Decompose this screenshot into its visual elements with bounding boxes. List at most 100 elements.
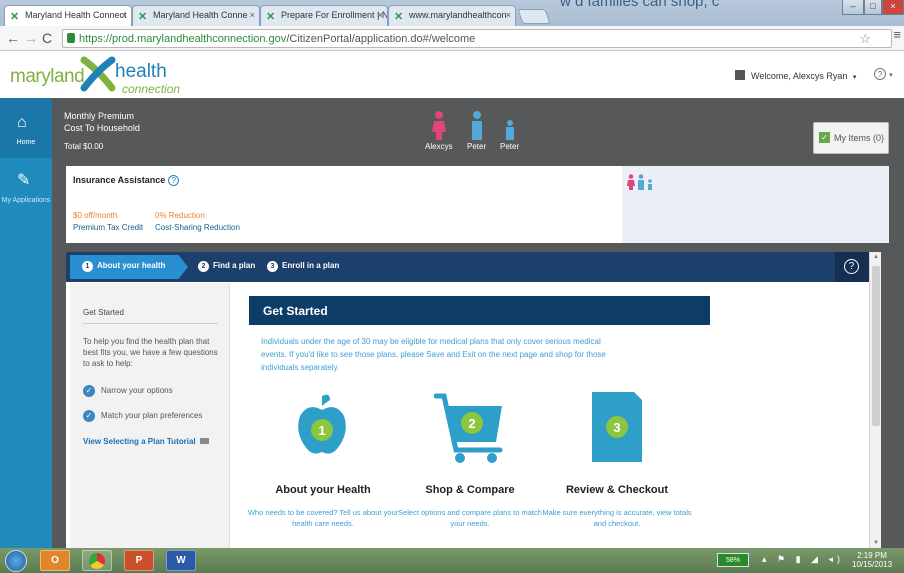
checkbox-icon: ✓ bbox=[819, 132, 830, 143]
tax-credit-label: Premium Tax Credit bbox=[73, 223, 144, 232]
scroll-down-icon[interactable]: ▼ bbox=[873, 540, 879, 546]
tax-credit-value: $0 off/month bbox=[73, 211, 118, 220]
back-arrow-icon[interactable]: ← bbox=[6, 30, 20, 46]
step-find-a-plan[interactable]: 2 Find a plan bbox=[198, 261, 255, 272]
wizard-help-button[interactable]: ? bbox=[835, 252, 869, 282]
scrollbar-thumb[interactable] bbox=[872, 266, 880, 426]
checkout-card-icon: 3 bbox=[592, 392, 642, 462]
female-person-icon bbox=[431, 111, 446, 140]
window-close-button[interactable]: × bbox=[882, 0, 904, 15]
lock-icon bbox=[67, 33, 75, 43]
divider bbox=[83, 323, 218, 324]
wizard-steps: 1 About your health 2 Find a plan 3 Enroll … bbox=[66, 252, 869, 282]
male-person-icon bbox=[471, 111, 482, 140]
card-number: 3 bbox=[613, 420, 620, 435]
welcome-text: Welcome, Alexcys Ryan bbox=[751, 71, 848, 81]
card-title-shop-compare: Shop & Compare bbox=[425, 484, 515, 496]
forward-arrow-icon[interactable]: → bbox=[24, 30, 38, 46]
help-menu[interactable]: ? ▾ bbox=[874, 68, 893, 80]
taskbar-word[interactable]: W bbox=[166, 550, 196, 571]
nav-item-home[interactable]: ⌂ Home bbox=[0, 98, 52, 158]
taskbar-chrome[interactable] bbox=[82, 550, 112, 571]
household-member: Peter bbox=[467, 110, 486, 151]
tab-title: www.marylandhealthcon bbox=[409, 10, 507, 20]
help-icon[interactable]: ? bbox=[168, 175, 180, 186]
maximize-button[interactable]: □ bbox=[864, 0, 882, 15]
card-desc-about-health: Who needs to be covered? Tell us about y… bbox=[247, 508, 399, 528]
background-window-text: w d families can shop, c bbox=[560, 0, 720, 10]
nav-item-label: My Applications bbox=[1, 197, 51, 204]
my-items-button[interactable]: ✓ My Items (0) bbox=[813, 122, 889, 154]
checklist-item: ✓ Match your plan preferences bbox=[83, 410, 202, 422]
sidebar-title: Get Started bbox=[83, 308, 124, 317]
tutorial-link[interactable]: View Selecting a Plan Tutorial bbox=[83, 437, 209, 446]
member-name: Alexcys bbox=[425, 142, 453, 151]
tab-close-icon[interactable]: × bbox=[506, 10, 511, 20]
sidebar-description: To help you find the health plan that be… bbox=[83, 337, 218, 368]
member-name: Peter bbox=[500, 142, 520, 151]
reduction-value: 0% Reduction bbox=[155, 211, 205, 220]
site-favicon-icon: ✕ bbox=[266, 11, 276, 23]
reload-icon[interactable]: C bbox=[42, 30, 52, 46]
card-desc-review-checkout: Make sure everything is accurate, view t… bbox=[542, 508, 692, 528]
home-icon: ⌂ bbox=[17, 114, 27, 131]
tab-close-icon[interactable]: × bbox=[122, 10, 127, 20]
clock[interactable]: 2:19 PM 10/15/2013 bbox=[852, 551, 892, 569]
insurance-title: Insurance Assistance? bbox=[73, 175, 180, 186]
site-favicon-icon: ✕ bbox=[10, 11, 20, 23]
child-person-icon bbox=[505, 120, 514, 140]
intro-text: Individuals under the age of 30 may be e… bbox=[261, 337, 606, 372]
url-field[interactable]: https://prod.marylandhealthconnection.go… bbox=[62, 29, 892, 48]
start-button[interactable] bbox=[5, 550, 27, 572]
taskbar-powerpoint[interactable]: P bbox=[124, 550, 154, 571]
url-host: https://prod.marylandhealthconnection.go… bbox=[79, 33, 287, 45]
battery-indicator[interactable]: 58% bbox=[717, 553, 749, 567]
scroll-up-icon[interactable]: ▲ bbox=[873, 254, 879, 260]
premium-total: Total $0.00 bbox=[64, 142, 104, 151]
system-tray: 58% ▴ ⚑ ▮ ◢ ◂) 2:19 PM 10/15/2013 bbox=[712, 551, 902, 570]
logo-connection: connection bbox=[122, 82, 181, 96]
reduction-label: Cost-Sharing Reduction bbox=[155, 223, 240, 232]
family-icon bbox=[627, 174, 652, 190]
left-navigation: ⌂ Home ✎ My Applications bbox=[0, 98, 52, 548]
browser-tab-2[interactable]: ✕ Maryland Health Conne × bbox=[132, 5, 260, 26]
premium-summary: Monthly Premium Cost To Household Total … bbox=[64, 110, 140, 153]
my-items-label: My Items (0) bbox=[834, 133, 885, 143]
logo-x-icon bbox=[80, 56, 116, 92]
shopping-cart-icon: 2 bbox=[434, 393, 503, 463]
step-about-your-health[interactable]: 1 About your health bbox=[82, 261, 165, 272]
help-icon: ? bbox=[844, 259, 859, 274]
browser-tab-1[interactable]: ✕ Maryland Health Connect × bbox=[4, 5, 132, 27]
browser-menu-icon[interactable]: ≡ bbox=[893, 27, 901, 42]
get-started-header: Get Started bbox=[249, 296, 710, 325]
taskbar-outlook[interactable]: O bbox=[40, 550, 70, 571]
windows-taskbar: O P W 58% ▴ ⚑ ▮ ◢ ◂) 2:19 PM 10/15/2013 bbox=[0, 548, 904, 573]
nav-item-my-applications[interactable]: ✎ My Applications bbox=[0, 168, 52, 218]
apple-icon: 1 bbox=[298, 394, 346, 454]
account-menu[interactable]: Welcome, Alexcys Ryan ▾ bbox=[735, 70, 856, 81]
tab-close-icon[interactable]: × bbox=[378, 10, 383, 20]
tab-title: Maryland Health Conne bbox=[153, 10, 248, 20]
chevron-down-icon: ▾ bbox=[889, 72, 893, 79]
help-icon: ? bbox=[874, 68, 886, 80]
tray-icons[interactable]: ▴ ⚑ ▮ ◢ ◂) bbox=[762, 554, 844, 565]
browser-tab-3[interactable]: ✕ Prepare For Enrollment | N × bbox=[260, 5, 388, 26]
tab-close-icon[interactable]: × bbox=[250, 10, 255, 20]
minimize-button[interactable]: – bbox=[842, 0, 864, 15]
card-title-review-checkout: Review & Checkout bbox=[565, 484, 669, 496]
bookmark-star-icon[interactable]: ☆ bbox=[859, 31, 871, 47]
site-favicon-icon: ✕ bbox=[394, 11, 404, 23]
applications-icon: ✎ bbox=[17, 172, 31, 189]
step-enroll-in-a-plan[interactable]: 3 Enroll in a plan bbox=[267, 261, 339, 272]
clock-date: 10/15/2013 bbox=[852, 560, 893, 569]
vertical-scrollbar[interactable]: ▲ ▼ bbox=[869, 252, 881, 548]
chevron-down-icon: ▾ bbox=[852, 74, 857, 81]
card-desc-shop-compare: Select options and compare plans to matc… bbox=[398, 508, 542, 528]
check-icon: ✓ bbox=[83, 410, 95, 422]
member-name: Peter bbox=[467, 142, 487, 151]
household-member: Peter bbox=[500, 110, 519, 151]
browser-tab-4[interactable]: ✕ www.marylandhealthcon × bbox=[388, 5, 516, 26]
new-tab-button[interactable] bbox=[517, 9, 551, 24]
address-bar: ← → C https://prod.marylandhealthconnect… bbox=[0, 26, 904, 51]
insurance-assistance-panel: Insurance Assistance? $0 off/month Premi… bbox=[66, 166, 622, 243]
